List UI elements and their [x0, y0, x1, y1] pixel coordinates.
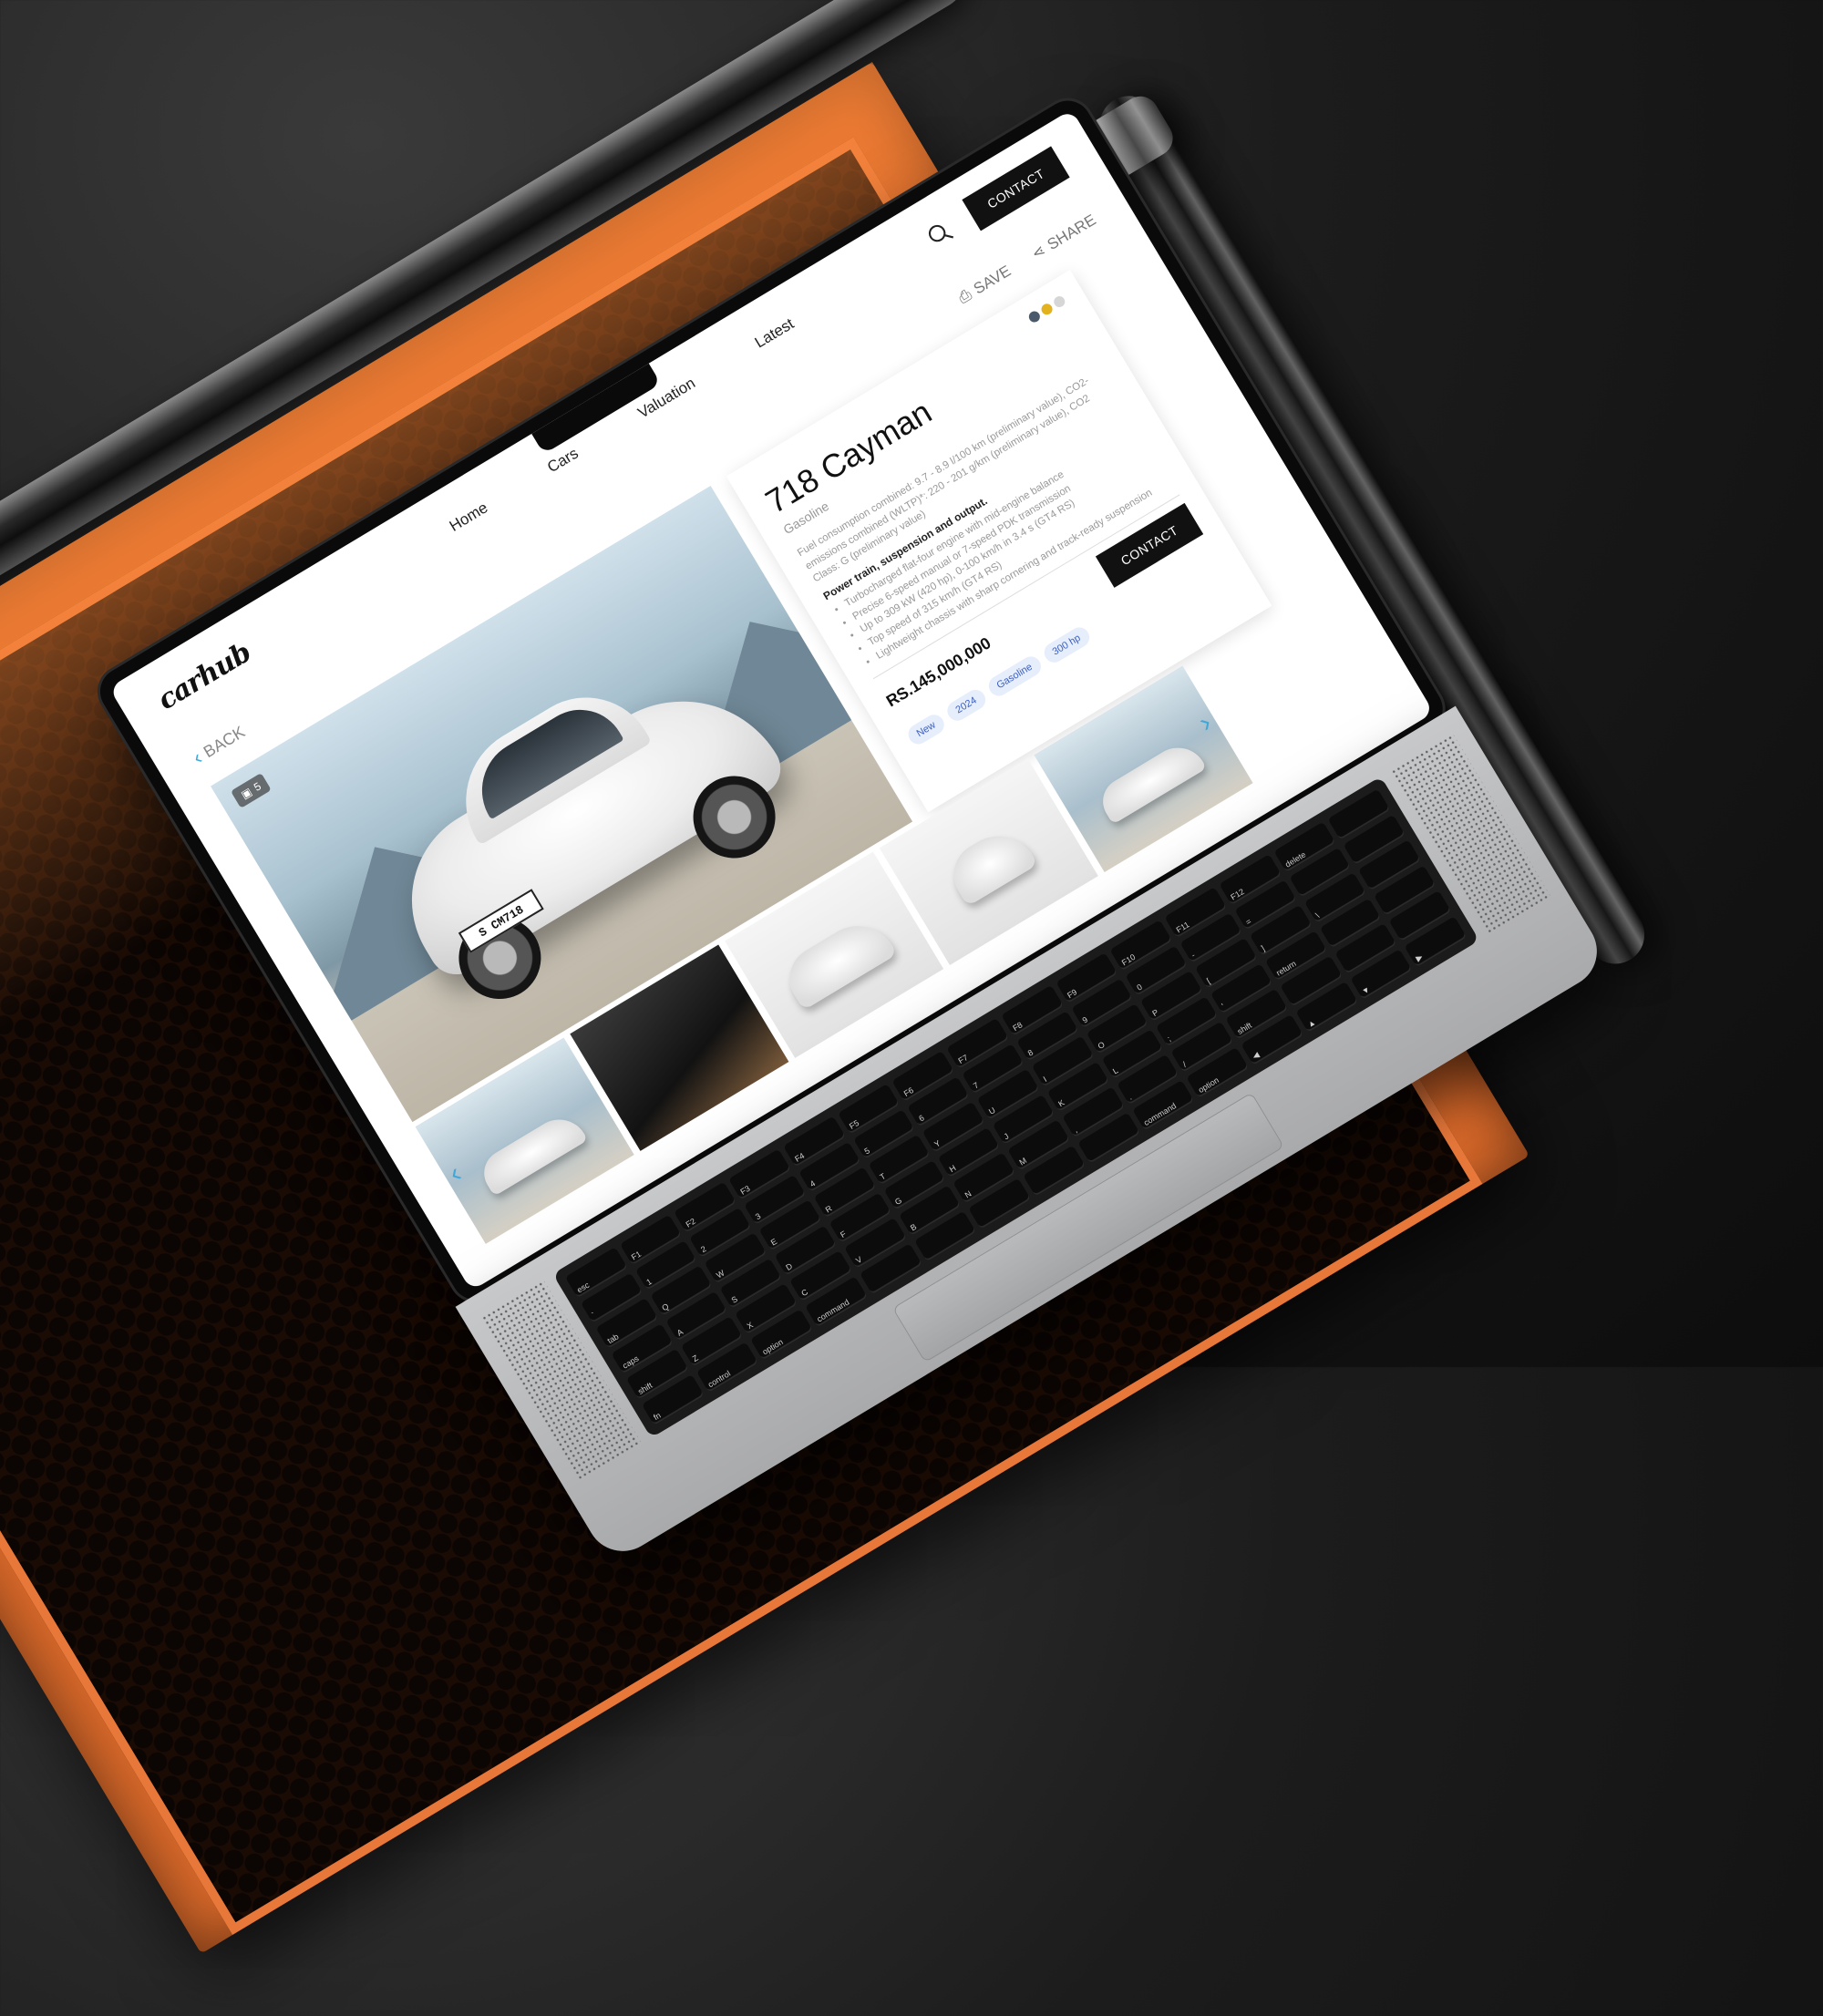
chevron-right-icon[interactable]: ›	[1193, 707, 1217, 738]
nav-home[interactable]: Home	[447, 499, 491, 536]
chevron-left-icon[interactable]: ‹	[443, 1158, 467, 1189]
back-link[interactable]: ‹ BACK	[189, 720, 250, 769]
tag-year[interactable]: 2024	[943, 686, 989, 725]
car-thumbnail-shape	[1094, 736, 1207, 825]
car-thumbnail-shape	[942, 821, 1038, 907]
share-label: SHARE	[1044, 211, 1099, 253]
search-icon[interactable]	[922, 217, 957, 252]
back-label: BACK	[200, 722, 248, 761]
nav-latest[interactable]: Latest	[752, 314, 798, 352]
tag-power[interactable]: 300 hp	[1040, 623, 1094, 667]
bookmark-icon: ⎙	[954, 285, 975, 307]
save-button[interactable]: ⎙ SAVE	[955, 262, 1014, 308]
photo-count: 5	[251, 779, 263, 794]
save-label: SAVE	[970, 262, 1014, 298]
camera-icon: ▣	[238, 785, 254, 802]
share-icon: ⋖	[1028, 241, 1049, 263]
photo-count-badge[interactable]: ▣ 5	[230, 772, 272, 808]
tag-condition[interactable]: New	[904, 711, 948, 748]
car-thumbnail-shape	[475, 1108, 589, 1197]
car-thumbnail-shape	[778, 910, 898, 1011]
